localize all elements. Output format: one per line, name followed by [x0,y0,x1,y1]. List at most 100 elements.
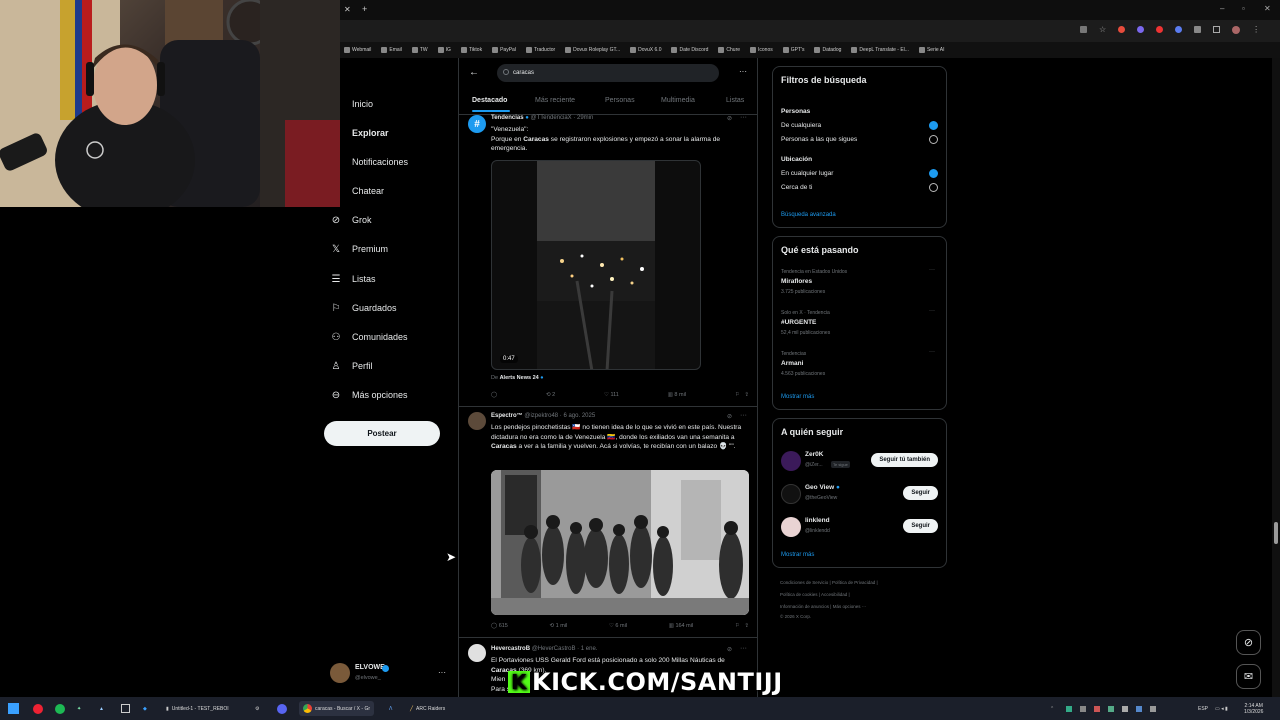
extension-icon[interactable] [1118,26,1126,33]
more-dots-icon[interactable]: ··· [740,645,747,652]
footer-links[interactable]: Política de cookies | Accesibilidad | [780,592,850,597]
tweet-card[interactable]: # Tendencias ● @TTendenciaX · 29min ⊘ ··… [459,114,757,407]
bookmark-item[interactable]: GPT's [782,47,804,53]
trends-show-more-link[interactable]: Mostrar más [781,394,814,400]
nav-explore[interactable]: Explorar [330,125,389,141]
bookmark-item[interactable]: Email [381,47,402,53]
scrollbar-thumb[interactable] [1274,522,1278,544]
extensions-puzzle-icon[interactable] [1194,26,1202,33]
tab-media[interactable]: Multimedia [661,97,695,104]
grok-icon[interactable]: ⊘ [727,115,732,122]
clock[interactable]: 2:14 AM 1/3/2026 [1244,699,1263,718]
bookmark-item[interactable]: PayPal [492,47,516,53]
bookmark-item[interactable]: Webmail [344,47,371,53]
tray-icon[interactable] [1150,705,1156,712]
views-button[interactable]: ▥ 8 mil [668,392,686,398]
new-tab-icon[interactable]: + [362,4,367,14]
bookmark-icon[interactable]: ⚐ ⇪ [735,392,749,398]
location-option-anywhere[interactable]: En cualquier lugar [781,170,833,177]
radio-anyone[interactable] [929,121,938,130]
extension-icon[interactable] [1175,26,1183,33]
account-switcher[interactable]: ELVOWE @elvowe_ ··· [330,662,455,686]
trend-name[interactable]: #URGENTE [781,319,816,326]
maximize-icon[interactable]: ▫ [1242,4,1245,13]
grok-float-button[interactable]: ⊘ [1236,630,1261,655]
nav-premium[interactable]: 𝕏 Premium [330,241,388,257]
advanced-search-link[interactable]: Búsqueda avanzada [781,212,836,218]
bookmark-icon[interactable]: ⚐ ⇪ [735,623,749,629]
repost-button[interactable]: ⟲ 2 [546,392,555,398]
profile-avatar[interactable] [1232,26,1241,34]
tab-lists[interactable]: Listas [726,97,744,104]
footer-links[interactable]: Información de anuncios | Más opciones ·… [780,604,866,609]
extension-icon[interactable] [1137,26,1145,33]
app-icon[interactable]: Λ [389,701,392,716]
views-button[interactable]: ▥ 164 mil [669,623,693,629]
bookmark-item[interactable]: DovuX 6.0 [630,47,661,53]
follow-button[interactable]: Seguir [903,519,938,533]
more-dots-icon[interactable]: ··· [740,114,747,121]
tweet-author[interactable]: HevercastroB [491,646,530,652]
more-dots-icon[interactable]: ··· [929,308,935,314]
app-icon[interactable]: ▲ [99,701,104,716]
tweet-card[interactable]: Espectro™ @izpektro48 · 6 ago. 2025 ⊘ ··… [459,408,757,638]
windows-start-icon[interactable] [8,701,19,716]
avatar[interactable] [781,484,801,504]
taskbar-arc-window[interactable]: ╱ ARC Raiders [410,701,445,716]
like-button[interactable]: ♡ 111 [604,392,619,398]
vscode-icon[interactable]: ◆ [143,701,147,716]
sidepanel-icon[interactable] [1213,26,1221,33]
grok-icon[interactable]: ⊘ [727,646,732,653]
bookmark-item[interactable]: Traductor [525,47,555,53]
menu-dots-icon[interactable]: ⋮ [1252,26,1260,34]
nav-notifications[interactable]: Notificaciones [330,154,408,170]
tweet-video[interactable]: 0:47 [491,160,701,370]
tray-icon[interactable] [1066,705,1072,712]
trend-name[interactable]: Miraflores [781,278,812,285]
discord-icon[interactable] [277,701,287,716]
bookmark-item[interactable]: DeepL Translate - El... [851,47,909,53]
reply-icon[interactable]: ◯ [491,392,497,398]
avatar[interactable] [468,412,486,430]
more-dots-icon[interactable]: ··· [740,412,747,419]
radio-following[interactable] [929,135,938,144]
nav-more[interactable]: ⊖ Más opciones [330,387,408,403]
more-dots-icon[interactable]: ··· [929,267,935,273]
tab-top[interactable]: Destacado [472,97,507,104]
more-dots-icon[interactable]: ··· [929,349,935,355]
more-dots-icon[interactable]: ··· [739,67,747,76]
cast-icon[interactable] [1080,26,1087,33]
taskbar-vscode-window[interactable]: ▮ Untitled-1 - TEST_REBOI [166,701,229,716]
follow-name[interactable]: linklend [805,517,830,524]
spotify-icon[interactable] [55,701,65,716]
messages-float-button[interactable]: ✉ [1236,664,1261,689]
location-option-near[interactable]: Cerca de ti [781,184,812,191]
like-button[interactable]: ♡ 6 mil [609,623,627,629]
terminal-icon[interactable] [121,701,130,716]
tray-icon[interactable] [1136,705,1142,712]
nav-home[interactable]: Inicio [330,96,373,112]
bookmark-item[interactable]: Iconos [750,47,773,53]
tweet-image[interactable] [491,470,749,615]
bookmark-item[interactable]: Dovux Roleplay GT... [565,47,620,53]
follow-name[interactable]: Geo View ● [805,484,840,491]
bookmark-item[interactable]: TW [411,47,428,53]
bookmark-item[interactable]: Datadog [814,47,841,53]
tray-icon[interactable] [1108,705,1114,712]
nav-profile[interactable]: ♙ Perfil [330,358,373,374]
bookmark-item[interactable]: Date Discord [671,47,708,53]
close-window-icon[interactable]: ✕ [1264,4,1271,13]
taskbar-chrome-window[interactable]: caracas - Buscar / X - Gr [299,701,375,716]
address-bar[interactable]: ☆ ⋮ [340,20,1280,42]
tweet-author[interactable]: Tendencias [491,115,524,121]
bookmark-item[interactable]: Chure [718,47,740,53]
tray-icon[interactable] [1122,705,1128,712]
nav-communities[interactable]: ⚇ Comunidades [330,329,408,345]
tab-people[interactable]: Personas [605,97,635,104]
tweet-author[interactable]: Espectro™ [491,413,523,419]
back-arrow-icon[interactable]: ← [469,67,479,78]
people-option-anyone[interactable]: De cualquiera [781,122,821,129]
app-icon[interactable] [33,701,43,716]
more-dots-icon[interactable]: ··· [438,668,446,677]
follow-back-button[interactable]: Seguir tú también [871,453,938,467]
